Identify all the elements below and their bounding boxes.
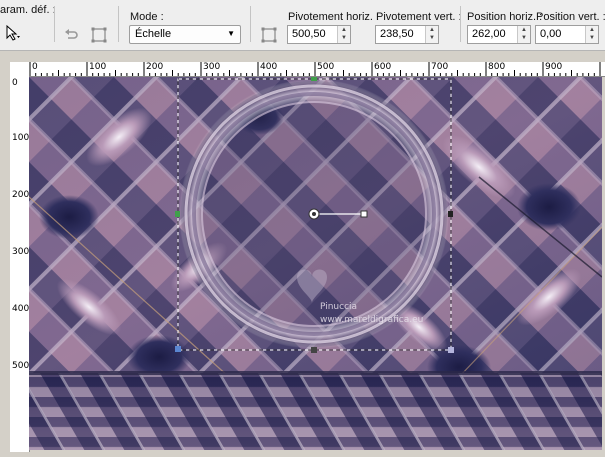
handle-bottom-right[interactable]: [448, 347, 454, 353]
ruler-label: 800: [488, 62, 506, 72]
pivot-h-input[interactable]: 500,50 ▲ ▼: [287, 25, 351, 44]
spin-arrows-icon[interactable]: ▲ ▼: [585, 26, 598, 43]
toolbar-separator: [250, 6, 251, 42]
toolbar-separator: [118, 6, 119, 42]
ruler-corner: [10, 62, 30, 77]
spin-arrows-icon[interactable]: ▲ ▼: [337, 26, 350, 43]
pointer-arrow-icon[interactable]: [2, 22, 24, 44]
toolbar-separator: [460, 6, 461, 42]
chevron-down-icon: ▼: [227, 29, 235, 38]
ruler-label: 300: [203, 62, 221, 72]
ruler-label: 700: [431, 62, 449, 72]
ruler-label: 900: [545, 62, 563, 72]
pos-v-input[interactable]: 0,00 ▲ ▼: [535, 25, 599, 44]
pos-h-input[interactable]: 262,00 ▲ ▼: [467, 25, 531, 44]
ruler-label: 400: [12, 304, 30, 314]
ruler-label: 100: [12, 133, 30, 143]
pivot-h-value: 500,50: [292, 28, 326, 40]
ruler-label: 600: [374, 62, 392, 72]
preset-label: aram. déf. :: [0, 4, 56, 16]
pos-v-label: Position vert. :: [536, 11, 605, 23]
handle-bottom-left[interactable]: [175, 346, 181, 352]
watermark-name: Pinuccia: [320, 302, 357, 312]
rotation-handle[interactable]: [360, 210, 368, 218]
transform-grid-icon[interactable]: [88, 24, 110, 46]
watermark-site: www.mareldigrafica.eu: [320, 315, 423, 325]
mode-select[interactable]: Échelle ▼: [129, 25, 241, 44]
spin-arrows-icon[interactable]: ▲ ▼: [517, 26, 530, 43]
ruler-label: 0: [32, 62, 38, 72]
ruler-label: 200: [12, 190, 30, 200]
pos-v-value: 0,00: [540, 28, 562, 40]
horizontal-ruler[interactable]: 0 100 200 300 400 500 600 700 800 900: [29, 62, 605, 77]
toolbar-separator: [54, 6, 55, 42]
pos-h-value: 262,00: [472, 28, 506, 40]
vertical-ruler[interactable]: 0 100 200 300 400 500: [10, 76, 30, 452]
handle-bottom[interactable]: [311, 347, 317, 353]
mode-value: Échelle: [135, 28, 172, 40]
pivot-v-value: 238,50: [380, 28, 414, 40]
image-canvas[interactable]: Pinuccia www.mareldigrafica.eu: [29, 77, 602, 450]
handle-left[interactable]: [175, 211, 180, 217]
toolbar: aram. déf. : Mode : Échelle ▼ Pivotement…: [0, 0, 605, 51]
pivot-v-label: Pivotement vert. :: [376, 11, 462, 23]
ruler-label: 300: [12, 247, 30, 257]
pivot-v-input[interactable]: 238,50 ▲ ▼: [375, 25, 439, 44]
ruler-label: 500: [317, 62, 335, 72]
ruler-label: 500: [12, 361, 30, 371]
ruler-label: 0: [12, 78, 18, 88]
pivot-grid-icon[interactable]: [258, 24, 280, 46]
pos-h-label: Position horiz. :: [467, 11, 543, 23]
spin-arrows-icon[interactable]: ▲ ▼: [425, 26, 438, 43]
handle-right[interactable]: [448, 211, 453, 217]
mode-label: Mode :: [130, 11, 164, 23]
handle-top[interactable]: [311, 77, 317, 81]
reset-icon[interactable]: [60, 24, 82, 46]
ruler-label: 200: [146, 62, 164, 72]
ruler-label: 400: [260, 62, 278, 72]
pivot-h-label: Pivotement horiz. :: [288, 11, 380, 23]
ruler-label: 100: [89, 62, 107, 72]
